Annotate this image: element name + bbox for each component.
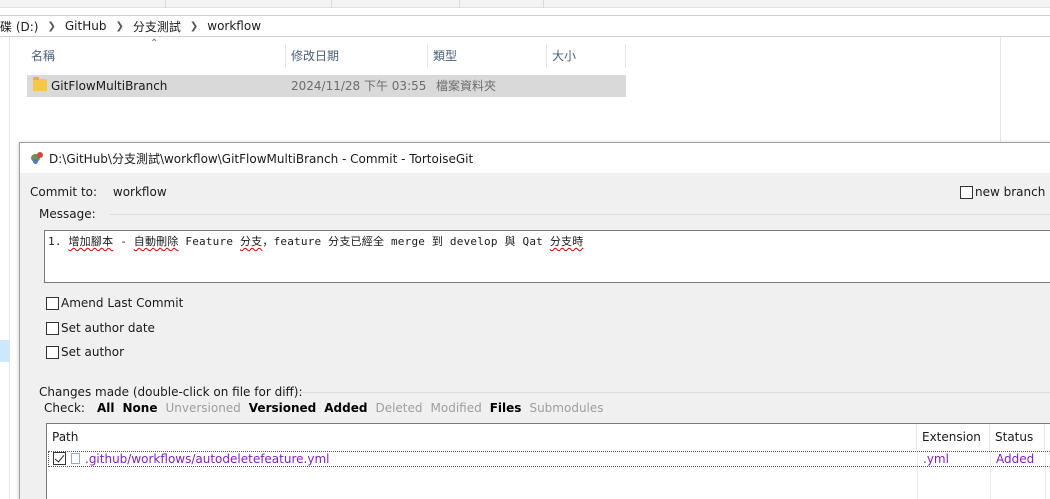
commit-message-text[interactable]: 1. 增加腳本 - 自動刪除 Feature 分支，feature 分支已經全 … [48, 233, 583, 249]
breadcrumb-github[interactable]: GitHub [65, 19, 107, 33]
author-date-label: Set author date [61, 321, 155, 335]
breadcrumb-drive[interactable]: 碟 (D:) [0, 18, 38, 35]
file-row-gitflowmultibranch[interactable]: GitFlowMultiBranch 2024/11/28 下午 03:55 檔… [27, 75, 626, 97]
message-segment: 1. [48, 235, 69, 248]
filter-files[interactable]: Files [490, 401, 522, 415]
changes-label: Changes made (double-click on file for d… [39, 385, 303, 399]
list-column-extension[interactable]: Extension [917, 424, 990, 450]
commit-message-input[interactable]: 1. 增加腳本 - 自動刪除 Feature 分支，feature 分支已經全 … [44, 230, 1050, 283]
message-group-line [110, 214, 1050, 215]
file-modified: 2024/11/28 下午 03:55 [291, 79, 427, 93]
amend-label: Amend Last Commit [61, 296, 184, 310]
file-check-box[interactable] [53, 452, 66, 465]
amend-last-commit-checkbox[interactable]: Amend Last Commit [46, 296, 183, 310]
folder-icon [33, 77, 47, 91]
filter-none[interactable]: None [122, 401, 157, 415]
ribbon-group-new[interactable] [166, 0, 332, 8]
author-check-box[interactable] [46, 345, 59, 359]
check-filter-bar: Check: All None Unversioned Versioned Ad… [44, 401, 612, 415]
check-label: Check: [44, 401, 85, 415]
message-segment: - [113, 235, 134, 248]
dialog-title: D:\GitHub\分支測試\workflow\GitFlowMultiBran… [49, 151, 474, 166]
new-branch-label: new branch [975, 185, 1046, 199]
list-column-path[interactable]: Path [47, 424, 917, 450]
file-list-row[interactable]: .github/workflows/autodeletefeature.yml … [48, 451, 1050, 467]
file-icon [71, 453, 80, 464]
message-segment: Feature [178, 235, 240, 248]
misspelled-word: 自動刪除 [133, 235, 179, 248]
filter-modified[interactable]: Modified [431, 401, 482, 415]
misspelled-word: 分支時 [549, 235, 584, 248]
explorer-ribbon [0, 0, 1050, 8]
caret-up-icon: ⌃ [150, 38, 159, 49]
column-type[interactable]: 類型 [429, 44, 547, 68]
author-date-check-box[interactable] [46, 321, 59, 335]
author-label: Set author [61, 345, 125, 359]
dialog-titlebar[interactable]: D:\GitHub\分支測試\workflow\GitFlowMultiBran… [20, 143, 1050, 173]
commit-target: Commit to: workflow [30, 185, 167, 199]
branch-name: workflow [112, 185, 167, 199]
column-modified[interactable]: 修改日期 [287, 44, 428, 68]
column-size[interactable]: 大小 [548, 44, 626, 68]
breadcrumb-branch-test[interactable]: 分支測試 [133, 18, 181, 35]
file-extension: .yml [923, 452, 949, 466]
tortoisegit-icon [30, 151, 44, 165]
misspelled-word: 分支 [239, 235, 263, 248]
chevron-right-icon[interactable]: ❯ [190, 21, 198, 32]
file-type: 檔案資料夾 [436, 79, 497, 93]
amend-check-box[interactable] [46, 296, 59, 310]
filter-all[interactable]: All [97, 401, 115, 415]
misspelled-word: 增加腳本 [68, 235, 114, 248]
new-branch-check-box[interactable] [960, 185, 973, 199]
set-author-date-checkbox[interactable]: Set author date [46, 321, 155, 335]
ribbon-group-select[interactable] [460, 0, 544, 8]
file-status: Added [996, 452, 1035, 466]
new-branch-checkbox[interactable]: new branch [960, 185, 1045, 199]
ribbon-group-organize[interactable] [0, 0, 166, 8]
commit-to-label: Commit to: [30, 185, 98, 199]
changes-group-line [278, 392, 1050, 393]
address-bar[interactable]: 碟 (D:) ❯ GitHub ❯ 分支測試 ❯ workflow [0, 15, 1050, 37]
nav-selected-item[interactable] [0, 340, 9, 362]
ribbon-group-open[interactable] [332, 0, 460, 8]
file-name: GitFlowMultiBranch [51, 79, 168, 93]
filter-versioned[interactable]: Versioned [249, 401, 316, 415]
set-author-checkbox[interactable]: Set author [46, 345, 124, 359]
filter-submodules[interactable]: Submodules [529, 401, 603, 415]
message-segment: ，feature 分支已經全 merge 到 develop 與 Qat [262, 235, 550, 248]
breadcrumb-workflow[interactable]: workflow [207, 19, 261, 33]
pane-divider [1000, 37, 1001, 142]
file-path: .github/workflows/autodeletefeature.yml [85, 452, 330, 466]
commit-dialog: D:\GitHub\分支測試\workflow\GitFlowMultiBran… [19, 142, 1050, 499]
filter-unversioned[interactable]: Unversioned [165, 401, 240, 415]
list-column-status[interactable]: Status [990, 424, 1045, 450]
message-label: Message: [39, 207, 99, 221]
chevron-right-icon[interactable]: ❯ [115, 21, 123, 32]
chevron-right-icon[interactable]: ❯ [47, 21, 55, 32]
changed-files-list[interactable]: Path Extension Status .github/workflows/… [46, 423, 1050, 499]
filter-added[interactable]: Added [324, 401, 367, 415]
filter-deleted[interactable]: Deleted [375, 401, 422, 415]
navigation-pane[interactable] [0, 37, 10, 499]
